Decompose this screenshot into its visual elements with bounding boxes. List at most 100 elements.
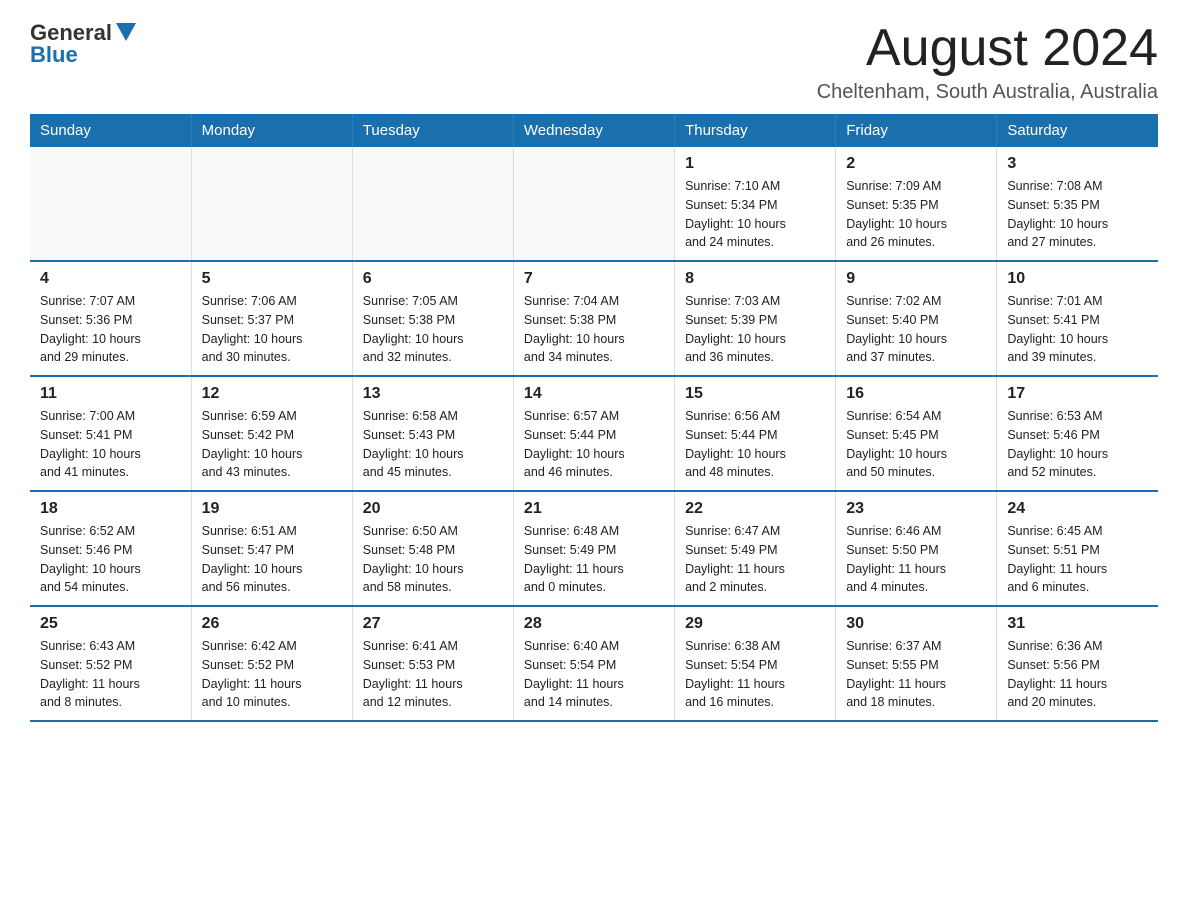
calendar-header-row: SundayMondayTuesdayWednesdayThursdayFrid… [30,114,1158,147]
day-info: Sunrise: 7:07 AMSunset: 5:36 PMDaylight:… [40,292,181,367]
day-number: 30 [846,615,986,633]
header-monday: Monday [191,114,352,147]
calendar-table: SundayMondayTuesdayWednesdayThursdayFrid… [30,114,1158,722]
day-number: 4 [40,270,181,288]
day-number: 29 [685,615,825,633]
day-number: 22 [685,500,825,518]
day-info: Sunrise: 6:58 AMSunset: 5:43 PMDaylight:… [363,407,503,482]
day-info: Sunrise: 6:48 AMSunset: 5:49 PMDaylight:… [524,522,664,597]
calendar-cell [191,147,352,261]
day-number: 28 [524,615,664,633]
calendar-cell: 25Sunrise: 6:43 AMSunset: 5:52 PMDayligh… [30,606,191,721]
day-info: Sunrise: 6:45 AMSunset: 5:51 PMDaylight:… [1007,522,1148,597]
day-info: Sunrise: 6:51 AMSunset: 5:47 PMDaylight:… [202,522,342,597]
day-info: Sunrise: 7:06 AMSunset: 5:37 PMDaylight:… [202,292,342,367]
day-number: 24 [1007,500,1148,518]
calendar-cell: 22Sunrise: 6:47 AMSunset: 5:49 PMDayligh… [675,491,836,606]
logo-triangle-icon [116,23,136,41]
calendar-week-row: 1 Sunrise: 7:10 AMSunset: 5:34 PMDaylight… [30,147,1158,261]
calendar-week-row: 4 Sunrise: 7:07 AMSunset: 5:36 PMDaylight… [30,261,1158,376]
main-title: August 2024 [817,20,1158,77]
day-number: 12 [202,385,342,403]
day-number: 27 [363,615,503,633]
day-info: Sunrise: 6:43 AMSunset: 5:52 PMDaylight:… [40,637,181,712]
calendar-cell [30,147,191,261]
calendar-cell: 27 Sunrise: 6:41 AMSunset: 5:53 PMDayligh… [352,606,513,721]
day-info: Sunrise: 7:10 AMSunset: 5:34 PMDaylight:… [685,177,825,252]
calendar-cell: 13Sunrise: 6:58 AMSunset: 5:43 PMDayligh… [352,376,513,491]
day-info: Sunrise: 7:03 AMSunset: 5:39 PMDaylight:… [685,292,825,367]
day-number: 16 [846,385,986,403]
day-number: 9 [846,270,986,288]
calendar-cell: 5Sunrise: 7:06 AMSunset: 5:37 PMDaylight… [191,261,352,376]
calendar-cell: 1 Sunrise: 7:10 AMSunset: 5:34 PMDaylight… [675,147,836,261]
calendar-cell: 20 Sunrise: 6:50 AMSunset: 5:48 PMDayligh… [352,491,513,606]
day-info: Sunrise: 6:56 AMSunset: 5:44 PMDaylight:… [685,407,825,482]
calendar-cell: 30Sunrise: 6:37 AMSunset: 5:55 PMDayligh… [836,606,997,721]
header-sunday: Sunday [30,114,191,147]
day-number: 11 [40,385,181,403]
day-number: 7 [524,270,664,288]
page-header: General Blue August 2024 Cheltenham, Sou… [30,20,1158,104]
calendar-cell [352,147,513,261]
day-number: 21 [524,500,664,518]
day-number: 3 [1007,155,1148,173]
calendar-cell: 11 Sunrise: 7:00 AMSunset: 5:41 PMDayligh… [30,376,191,491]
day-info: Sunrise: 6:59 AMSunset: 5:42 PMDaylight:… [202,407,342,482]
day-number: 8 [685,270,825,288]
title-section: August 2024 Cheltenham, South Australia,… [817,20,1158,104]
calendar-cell: 14 Sunrise: 6:57 AMSunset: 5:44 PMDayligh… [513,376,674,491]
calendar-cell: 2 Sunrise: 7:09 AMSunset: 5:35 PMDaylight… [836,147,997,261]
day-info: Sunrise: 7:04 AMSunset: 5:38 PMDaylight:… [524,292,664,367]
day-number: 20 [363,500,503,518]
calendar-cell: 3 Sunrise: 7:08 AMSunset: 5:35 PMDaylight… [997,147,1158,261]
day-number: 26 [202,615,342,633]
day-number: 6 [363,270,503,288]
day-info: Sunrise: 7:02 AMSunset: 5:40 PMDaylight:… [846,292,986,367]
day-info: Sunrise: 6:50 AMSunset: 5:48 PMDaylight:… [363,522,503,597]
day-info: Sunrise: 6:52 AMSunset: 5:46 PMDaylight:… [40,522,181,597]
subtitle: Cheltenham, South Australia, Australia [817,81,1158,104]
calendar-cell: 31 Sunrise: 6:36 AMSunset: 5:56 PMDayligh… [997,606,1158,721]
calendar-cell: 10Sunrise: 7:01 AMSunset: 5:41 PMDayligh… [997,261,1158,376]
day-info: Sunrise: 6:53 AMSunset: 5:46 PMDaylight:… [1007,407,1148,482]
calendar-cell: 4 Sunrise: 7:07 AMSunset: 5:36 PMDaylight… [30,261,191,376]
header-friday: Friday [836,114,997,147]
day-info: Sunrise: 6:57 AMSunset: 5:44 PMDaylight:… [524,407,664,482]
calendar-cell: 8 Sunrise: 7:03 AMSunset: 5:39 PMDaylight… [675,261,836,376]
header-wednesday: Wednesday [513,114,674,147]
day-info: Sunrise: 6:42 AMSunset: 5:52 PMDaylight:… [202,637,342,712]
calendar-cell: 26 Sunrise: 6:42 AMSunset: 5:52 PMDayligh… [191,606,352,721]
calendar-cell: 24 Sunrise: 6:45 AMSunset: 5:51 PMDayligh… [997,491,1158,606]
day-info: Sunrise: 7:00 AMSunset: 5:41 PMDaylight:… [40,407,181,482]
calendar-cell: 21 Sunrise: 6:48 AMSunset: 5:49 PMDayligh… [513,491,674,606]
day-info: Sunrise: 6:54 AMSunset: 5:45 PMDaylight:… [846,407,986,482]
day-number: 23 [846,500,986,518]
day-number: 31 [1007,615,1148,633]
day-info: Sunrise: 7:08 AMSunset: 5:35 PMDaylight:… [1007,177,1148,252]
logo-blue: Blue [30,42,78,68]
day-info: Sunrise: 6:46 AMSunset: 5:50 PMDaylight:… [846,522,986,597]
header-saturday: Saturday [997,114,1158,147]
calendar-cell: 9 Sunrise: 7:02 AMSunset: 5:40 PMDaylight… [836,261,997,376]
day-info: Sunrise: 7:09 AMSunset: 5:35 PMDaylight:… [846,177,986,252]
day-number: 17 [1007,385,1148,403]
day-info: Sunrise: 7:01 AMSunset: 5:41 PMDaylight:… [1007,292,1148,367]
calendar-cell [513,147,674,261]
day-number: 1 [685,155,825,173]
day-number: 2 [846,155,986,173]
calendar-cell: 6Sunrise: 7:05 AMSunset: 5:38 PMDaylight… [352,261,513,376]
calendar-week-row: 18 Sunrise: 6:52 AMSunset: 5:46 PMDayligh… [30,491,1158,606]
day-number: 18 [40,500,181,518]
day-number: 19 [202,500,342,518]
calendar-cell: 17 Sunrise: 6:53 AMSunset: 5:46 PMDayligh… [997,376,1158,491]
day-number: 15 [685,385,825,403]
day-number: 14 [524,385,664,403]
day-info: Sunrise: 6:38 AMSunset: 5:54 PMDaylight:… [685,637,825,712]
header-thursday: Thursday [675,114,836,147]
calendar-cell: 19 Sunrise: 6:51 AMSunset: 5:47 PMDayligh… [191,491,352,606]
calendar-week-row: 25Sunrise: 6:43 AMSunset: 5:52 PMDayligh… [30,606,1158,721]
day-info: Sunrise: 6:36 AMSunset: 5:56 PMDaylight:… [1007,637,1148,712]
day-info: Sunrise: 6:41 AMSunset: 5:53 PMDaylight:… [363,637,503,712]
calendar-cell: 29 Sunrise: 6:38 AMSunset: 5:54 PMDayligh… [675,606,836,721]
